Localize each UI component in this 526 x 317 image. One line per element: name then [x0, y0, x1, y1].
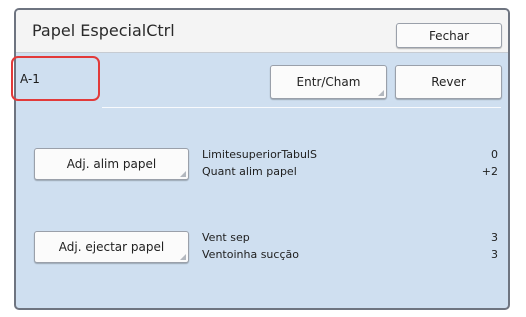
eject-setting-row: Ventoinha sucção 3	[202, 248, 498, 262]
special-paper-control-panel: Papel EspecialCtrl Fechar A-1 Entr/Cham …	[14, 8, 510, 310]
adjust-paper-eject-button[interactable]: Adj. ejectar papel	[34, 231, 189, 263]
entry-recall-button-label: Entr/Cham	[296, 75, 361, 89]
eject-setting-value: 3	[491, 248, 498, 261]
feed-setting-value: +2	[481, 165, 498, 178]
feed-setting-value: 0	[491, 148, 498, 161]
close-button-label: Fechar	[428, 28, 470, 43]
eject-setting-value: 3	[491, 231, 498, 244]
adjust-paper-feed-button[interactable]: Adj. alim papel	[34, 148, 189, 180]
entry-id-value: A-1	[20, 72, 40, 86]
eject-setting-label: Vent sep	[202, 231, 250, 244]
close-button[interactable]: Fechar	[396, 23, 502, 48]
feed-setting-row: Quant alim papel +2	[202, 165, 498, 179]
entry-recall-button[interactable]: Entr/Cham	[270, 65, 387, 99]
button-corner-mark	[180, 171, 186, 177]
eject-setting-label: Ventoinha sucção	[202, 248, 299, 261]
button-corner-mark	[378, 90, 384, 96]
adjust-paper-eject-label: Adj. ejectar papel	[58, 240, 165, 254]
title-bar: Papel EspecialCtrl Fechar	[16, 10, 508, 53]
eject-setting-row: Vent sep 3	[202, 231, 498, 245]
button-corner-mark	[180, 254, 186, 260]
adjust-paper-feed-label: Adj. alim papel	[66, 157, 157, 171]
page-title: Papel EspecialCtrl	[32, 21, 175, 40]
feed-setting-row: LimitesuperiorTabulS 0	[202, 148, 498, 162]
review-button[interactable]: Rever	[395, 65, 502, 99]
entry-id-field[interactable]: A-1	[16, 56, 102, 102]
divider	[102, 107, 501, 108]
feed-setting-label: LimitesuperiorTabulS	[202, 148, 317, 161]
feed-setting-label: Quant alim papel	[202, 165, 297, 178]
review-button-label: Rever	[431, 75, 466, 89]
